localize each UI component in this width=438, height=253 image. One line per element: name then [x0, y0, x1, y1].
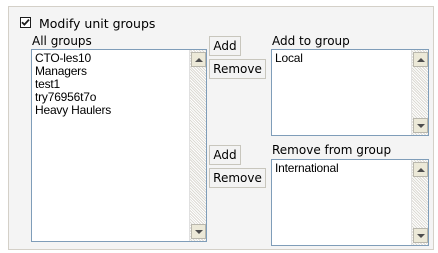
scroll-down-arrow-icon	[194, 229, 203, 234]
scroll-down-button[interactable]	[191, 224, 206, 239]
checkmark-icon	[21, 18, 30, 26]
remove-from-group-items: International	[275, 162, 408, 175]
list-item[interactable]: Local	[275, 52, 408, 65]
scroll-down-arrow-icon	[416, 233, 425, 238]
modify-unit-groups-panel: Modify unit groups All groups CTO-les10 …	[8, 6, 434, 250]
scroll-up-button[interactable]	[413, 162, 428, 177]
scroll-up-arrow-icon	[194, 57, 203, 62]
scroll-up-arrow-icon	[416, 167, 425, 172]
scroll-up-arrow-icon	[416, 57, 425, 62]
list-item[interactable]: Heavy Haulers	[35, 104, 186, 117]
list-item[interactable]: International	[275, 162, 408, 175]
add-to-group-listbox[interactable]: Local	[271, 49, 429, 136]
remove-from-group-label: Remove from group	[272, 143, 392, 157]
remove-from-group-add-button[interactable]: Add	[209, 145, 241, 165]
add-to-group-add-button[interactable]: Add	[209, 36, 241, 56]
add-to-group-scrollbar[interactable]	[411, 50, 428, 135]
all-groups-label: All groups	[32, 34, 92, 48]
remove-from-group-scrollbar[interactable]	[411, 160, 428, 245]
remove-from-group-listbox[interactable]: International	[271, 159, 429, 246]
scroll-up-button[interactable]	[191, 52, 206, 67]
remove-from-group-remove-button[interactable]: Remove	[209, 168, 266, 188]
scroll-up-button[interactable]	[413, 52, 428, 67]
scroll-down-button[interactable]	[413, 228, 428, 243]
scroll-down-button[interactable]	[413, 118, 428, 133]
modify-unit-groups-label: Modify unit groups	[39, 16, 156, 31]
add-to-group-remove-button[interactable]: Remove	[209, 59, 266, 79]
add-to-group-label: Add to group	[272, 34, 350, 48]
all-groups-scrollbar[interactable]	[189, 50, 206, 241]
modify-unit-groups-checkbox[interactable]	[20, 17, 31, 28]
all-groups-listbox[interactable]: CTO-les10 Managers test1 try76956t7o Hea…	[31, 49, 207, 242]
add-to-group-items: Local	[275, 52, 408, 65]
scroll-down-arrow-icon	[416, 123, 425, 128]
all-groups-items: CTO-les10 Managers test1 try76956t7o Hea…	[35, 52, 186, 117]
